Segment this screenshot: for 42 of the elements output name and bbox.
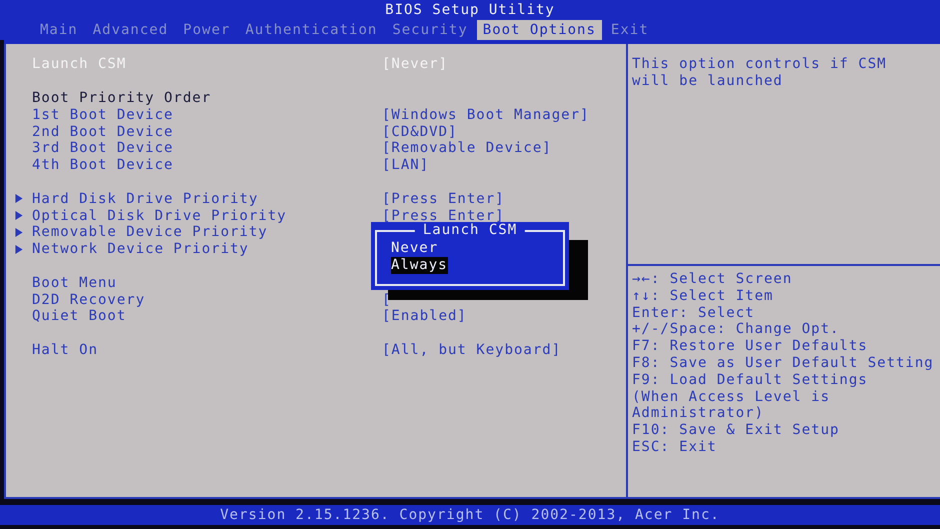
key-hint: F8: Save as User Default Setting [632, 354, 935, 372]
key-hint: Administrator) [632, 405, 766, 422]
key-hint: F7: Restore User Defaults [632, 338, 869, 355]
key-hint: →←: Select Screen [632, 271, 794, 288]
option-value: [Press Enter] [382, 190, 505, 207]
option-label[interactable]: 2nd Boot Device [32, 124, 382, 140]
option-value: [LAN] [382, 157, 430, 174]
popup-option[interactable]: Always [391, 257, 448, 274]
option-value: [Enabled] [382, 308, 467, 324]
option-value: [All, but Keyboard] [382, 342, 562, 358]
status-text: Version 2.15.1236. Copyright (C) 2002-2013, Acer Inc. [220, 507, 720, 523]
menu-tab[interactable]: Power [177, 20, 236, 40]
option-value: [Press Enter] [382, 208, 505, 224]
menu-tab[interactable]: Boot Options [476, 20, 602, 40]
option-value: [ [382, 292, 392, 308]
option-label[interactable]: Halt On [32, 342, 382, 358]
key-hint: F10: Save & Exit Setup [632, 422, 840, 439]
option-label[interactable]: 3rd Boot Device [32, 140, 382, 156]
menu-tab[interactable]: Main [34, 20, 84, 40]
window-title: BIOS Setup Utility [385, 2, 555, 18]
menu-tab[interactable]: Advanced [86, 20, 174, 40]
option-label[interactable]: Hard Disk Drive Priority [32, 190, 382, 207]
popup-option[interactable]: Never [391, 240, 438, 257]
menu-tab[interactable]: Security [386, 20, 474, 40]
option-value: [Removable Device] [382, 140, 552, 156]
option-label[interactable]: 1st Boot Device [32, 106, 382, 123]
help-text: This option controls if CSM will be launched [628, 49, 940, 266]
option-label[interactable]: D2D Recovery [32, 292, 382, 308]
key-hint: Enter: Select [632, 304, 756, 322]
key-hint: ESC: Exit [632, 438, 718, 456]
option-label[interactable]: Optical Disk Drive Priority [32, 208, 382, 224]
option-label[interactable]: Quiet Boot [32, 308, 382, 324]
option-value: [CD&DVD] [382, 124, 458, 140]
menu-tab[interactable]: Exit [604, 20, 655, 40]
option-value: [Windows Boot Manager] [382, 106, 590, 123]
key-hint: (When Access Level is [632, 388, 832, 406]
key-hint: F9: Load Default Settings [632, 372, 869, 389]
option-label: Boot Priority Order [32, 90, 212, 106]
option-label[interactable]: 4th Boot Device [32, 157, 382, 174]
key-hint: +/-/Space: Change Opt. [632, 321, 840, 338]
menu-tab[interactable]: Authentication [239, 20, 384, 40]
key-hint: ↑↓: Select Item [632, 288, 774, 305]
